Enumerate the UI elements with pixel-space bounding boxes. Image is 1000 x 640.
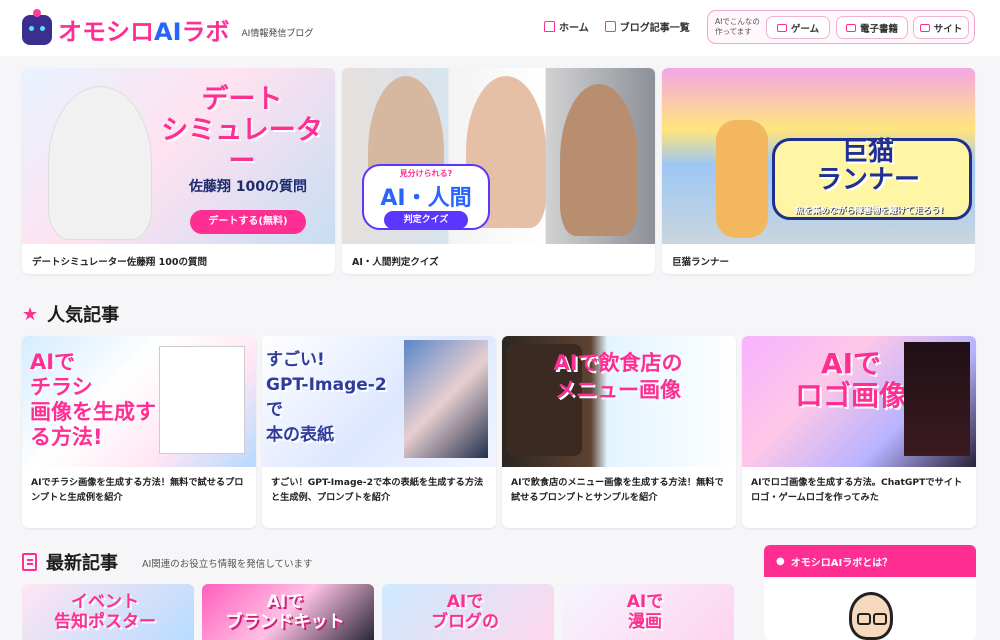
popular-caption-3: AIで飲食店のメニュー画像を生成する方法！無料で試せるプロンプトとサンプルを紹介 xyxy=(511,477,724,503)
site-icon xyxy=(919,23,930,32)
popular-card-book-cover[interactable]: すごい! GPT-Image-2で 本の表紙 すごい！GPT-Image-2で本… xyxy=(262,336,496,528)
popular-caption-4: AIでロゴ画像を生成する方法。ChatGPTでサイトロゴ・ゲームロゴを作ってみた xyxy=(751,477,963,503)
latest-card-blog-thumbnail[interactable]: AIで ブログの xyxy=(382,584,554,640)
logo-subtitle: AI情報発信ブログ xyxy=(241,29,314,39)
popular-image-1: AIで チラシ 画像を生成する方法! xyxy=(22,336,256,467)
latest-articles: イベント 告知ポスター AIで ブランドキット AIで ブログの AIで 漫画 xyxy=(22,584,735,640)
popular-overlay-3: AIで飲食店の メニュー画像 xyxy=(553,351,683,402)
featured-overlay-3: 巨猫 ランナー xyxy=(815,137,920,195)
latest-title: 最新記事 xyxy=(46,553,118,574)
made-site-label: サイト xyxy=(933,23,963,35)
logo-text-main: オモシロAIラボ xyxy=(58,18,230,46)
latest-card-brand-kit[interactable]: AIで ブランドキット xyxy=(202,584,374,640)
popular-title: 人気記事 xyxy=(47,305,120,326)
nav-home[interactable]: ホーム xyxy=(544,19,589,34)
popular-overlay-1: AIで チラシ 画像を生成する方法! xyxy=(30,350,156,449)
latest-overlay-3: AIで ブログの xyxy=(431,592,499,632)
popular-heading: ★ 人気記事 xyxy=(22,301,119,327)
made-game-button[interactable]: ゲーム xyxy=(766,16,830,39)
featured-section: デート シミュレーター 佐藤翔 100の質問 デートする(無料) デートシミュレ… xyxy=(22,68,976,274)
site-logo[interactable]: オモシロAIラボ AI情報発信ブログ xyxy=(22,8,314,47)
featured-overlay-2: AI・人間 xyxy=(380,186,472,211)
featured-image-1: デート シミュレーター 佐藤翔 100の質問 デートする(無料) xyxy=(22,68,335,244)
document-icon xyxy=(22,553,37,571)
about-sidebar-title: オモシロAIラボとは？ xyxy=(790,557,893,569)
featured-caption-3: 巨猫ランナー xyxy=(672,257,730,268)
about-sidebar-header: ● オモシロAIラボとは？ xyxy=(764,545,976,577)
popular-card-menu[interactable]: AIで飲食店の メニュー画像 AIで飲食店のメニュー画像を生成する方法！無料で試… xyxy=(502,336,736,528)
made-ebook-label: 電子書籍 xyxy=(859,23,898,35)
quiz-label: 判定クイズ xyxy=(384,211,468,229)
featured-card-date-simulator[interactable]: デート シミュレーター 佐藤翔 100の質問 デートする(無料) デートシミュレ… xyxy=(22,68,335,274)
popular-card-logo[interactable]: AIで ロゴ画像 AIでロゴ画像を生成する方法。ChatGPTでサイトロゴ・ゲー… xyxy=(742,336,976,528)
featured-subtitle-1: 佐藤翔 100の質問 xyxy=(188,179,308,195)
featured-overlay-1: デート シミュレーター xyxy=(161,84,323,177)
featured-image-2: 見分けられる? AI・人間 判定クイズ xyxy=(342,68,655,244)
popular-card-flyer[interactable]: AIで チラシ 画像を生成する方法! AIでチラシ画像を生成する方法！無料で試せ… xyxy=(22,336,256,528)
giant-cat-image xyxy=(716,120,768,238)
featured-image-3: 巨猫 ランナー 魚を集めながら障害物を避けて走ろう! xyxy=(662,68,975,244)
popular-articles: AIで チラシ 画像を生成する方法! AIでチラシ画像を生成する方法！無料で試せ… xyxy=(22,336,976,528)
featured-caption-2: AI・人間判定クイズ xyxy=(352,257,439,268)
book-icon xyxy=(845,23,856,32)
about-sidebar-card: ● オモシロAIラボとは？ xyxy=(764,545,976,640)
latest-overlay-2: AIで ブランドキット xyxy=(225,592,345,632)
popular-image-4: AIで ロゴ画像 xyxy=(742,336,976,467)
home-icon xyxy=(544,21,555,32)
star-icon: ★ xyxy=(22,303,39,325)
book-cover-image xyxy=(404,340,488,458)
nav-blog-list[interactable]: ブログ記事一覧 xyxy=(604,19,690,34)
latest-subtitle: AI関連のお役立ち情報を発信しています xyxy=(142,559,313,570)
latest-overlay-4: AIで 漫画 xyxy=(626,592,664,632)
made-game-label: ゲーム xyxy=(790,23,820,35)
nav-home-label: ホーム xyxy=(559,23,589,34)
made-site-button[interactable]: サイト xyxy=(913,16,969,39)
featured-card-ai-human-quiz[interactable]: 見分けられる? AI・人間 判定クイズ AI・人間判定クイズ xyxy=(342,68,655,274)
featured-person-image xyxy=(560,84,638,236)
featured-card-giant-cat-runner[interactable]: 巨猫 ランナー 魚を集めながら障害物を避けて走ろう! 巨猫ランナー xyxy=(662,68,975,274)
flyer-sample-image xyxy=(159,346,245,454)
made-with-ai-label: AIでこんなの作ってます xyxy=(715,17,760,36)
popular-overlay-2: すごい! GPT-Image-2で 本の表紙 xyxy=(266,350,387,445)
nav-blog-label: ブログ記事一覧 xyxy=(619,23,690,34)
latest-card-manga[interactable]: AIで 漫画 xyxy=(562,584,734,640)
document-icon xyxy=(604,21,616,32)
author-avatar xyxy=(849,592,893,640)
featured-person-image xyxy=(48,86,152,240)
site-header: オモシロAIラボ AI情報発信ブログ ホーム ブログ記事一覧 AIでこんなの作っ… xyxy=(0,0,1000,56)
popular-image-3: AIで飲食店の メニュー画像 xyxy=(502,336,736,467)
featured-caption-1: デートシミュレーター佐藤翔 100の質問 xyxy=(32,257,207,268)
popular-caption-1: AIでチラシ画像を生成する方法！無料で試せるプロンプトと生成例を紹介 xyxy=(31,477,244,503)
featured-subtitle-3: 魚を集めながら障害物を避けて走ろう! xyxy=(795,206,944,216)
game-controller-icon xyxy=(776,23,787,32)
latest-card-event-poster[interactable]: イベント 告知ポスター xyxy=(22,584,194,640)
main-nav: ホーム ブログ記事一覧 xyxy=(544,19,690,34)
latest-overlay-1: イベント 告知ポスター xyxy=(54,592,156,632)
popular-image-2: すごい! GPT-Image-2で 本の表紙 xyxy=(262,336,496,467)
date-button[interactable]: デートする(無料) xyxy=(190,210,306,234)
game-logo-image xyxy=(904,342,970,456)
latest-heading: 最新記事 xyxy=(22,549,118,575)
popular-caption-2: すごい！GPT-Image-2で本の表紙を生成する方法と生成例、プロンプトを紹介 xyxy=(271,477,484,503)
made-with-ai-box: AIでこんなの作ってます ゲーム 電子書籍 サイト xyxy=(707,10,975,44)
featured-subtitle-2: 見分けられる? xyxy=(399,169,453,178)
made-ebook-button[interactable]: 電子書籍 xyxy=(836,16,908,39)
robot-icon: ● xyxy=(776,555,785,567)
robot-logo-icon xyxy=(22,8,52,45)
